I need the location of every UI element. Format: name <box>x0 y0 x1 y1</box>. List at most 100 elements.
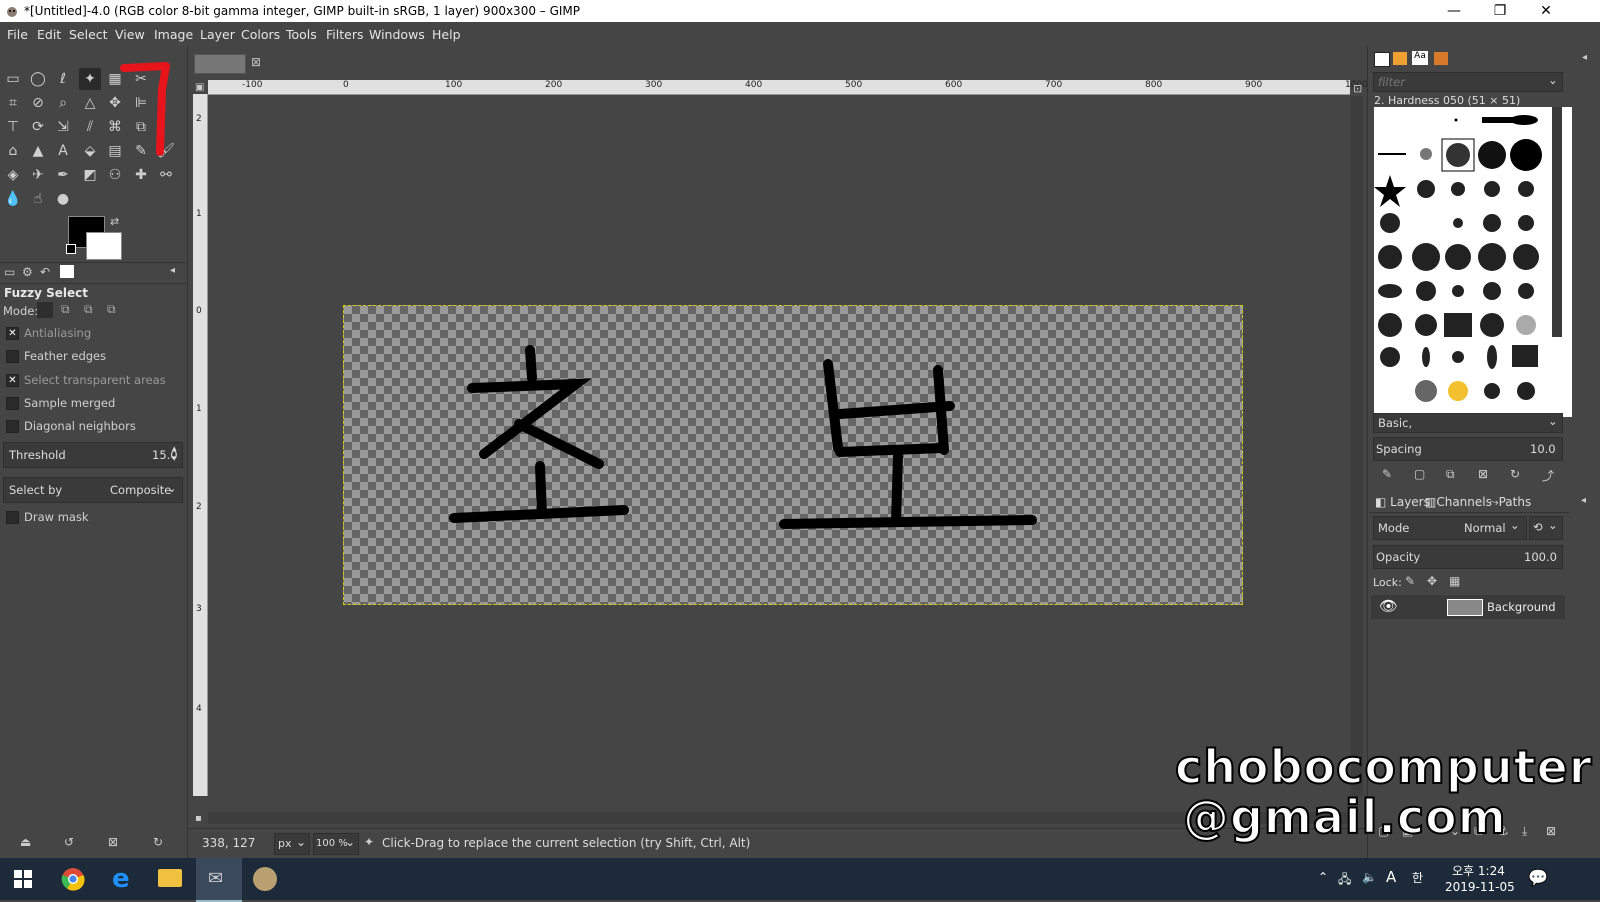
eye-icon[interactable]: 👁 <box>1379 597 1398 615</box>
notifications-icon[interactable]: 💬 <box>1528 868 1548 887</box>
bucket-fill-icon[interactable]: ⬙ <box>79 140 101 162</box>
composite-mode-button[interactable]: ⟲ ⌄ <box>1529 516 1563 540</box>
open-brush-as-image-icon[interactable]: ⤴ <box>1542 467 1554 484</box>
eraser-icon[interactable]: ◈ <box>2 164 24 186</box>
fuzzy-select-icon[interactable]: ✦ <box>79 68 101 90</box>
menu-windows[interactable]: Windows <box>369 27 425 42</box>
layer-row[interactable]: 👁 Background <box>1371 595 1565 619</box>
menu-layer[interactable]: Layer <box>200 27 235 42</box>
feather-edges-option[interactable]: Feather edges <box>6 349 106 367</box>
configure-tab-icon[interactable]: ◂ <box>1581 495 1586 506</box>
sample-merged-checkbox[interactable] <box>6 397 19 410</box>
clock-date[interactable]: 2019-11-05 <box>1445 880 1515 894</box>
menu-help[interactable]: Help <box>432 27 461 42</box>
threshold-stepper-icon[interactable]: ▴ ▾ <box>172 444 177 464</box>
close-image-tab-icon[interactable]: ⊠ <box>251 55 261 69</box>
ink-icon[interactable]: ✒ <box>52 164 74 186</box>
zoom-to-fit-icon[interactable]: ⊡ <box>1353 82 1362 95</box>
network-icon[interactable]: 🖧 <box>1338 870 1351 891</box>
dodge-icon[interactable]: ● <box>52 188 74 210</box>
background-color-swatch[interactable] <box>86 232 122 260</box>
sample-merged-option[interactable]: Sample merged <box>6 396 115 414</box>
gimp-taskbar-button[interactable]: ✉ <box>196 858 242 902</box>
text-icon[interactable]: A <box>52 140 74 162</box>
document-history-tab-icon[interactable] <box>1434 52 1448 65</box>
feather-edges-checkbox[interactable] <box>6 350 19 363</box>
select-transparent-option[interactable]: ✕ Select transparent areas <box>6 373 166 391</box>
brush-preset-dropdown[interactable]: Basic, ⌄ <box>1373 413 1563 433</box>
tab-paths[interactable]: ⤳Paths <box>1489 495 1531 510</box>
paths-icon[interactable]: ⌂ <box>2 140 24 162</box>
mode-subtract-icon[interactable]: ⧉ <box>84 302 93 317</box>
shear-icon[interactable]: ⫽ <box>79 116 101 138</box>
clone-icon[interactable]: ⚇ <box>104 164 126 186</box>
file-explorer-icon[interactable] <box>158 869 182 887</box>
menu-view[interactable]: View <box>115 27 145 42</box>
configure-tab-icon[interactable]: ◂ <box>170 265 175 276</box>
rect-select-icon[interactable]: ▭ <box>2 68 24 90</box>
tool-options-tab-icon[interactable]: ▭ <box>4 265 15 279</box>
chrome-icon[interactable] <box>61 867 85 891</box>
show-hidden-icons[interactable]: ⌃ <box>1318 870 1328 884</box>
mode-add-icon[interactable]: ⧉ <box>61 302 70 317</box>
undo-history-tab-icon[interactable]: ↶ <box>40 265 50 279</box>
volume-icon[interactable]: 🔈 <box>1362 870 1377 884</box>
antialiasing-checkbox[interactable]: ✕ <box>6 327 19 340</box>
diagonal-neighbors-checkbox[interactable] <box>6 420 19 433</box>
korean-ime-indicator[interactable]: 한 <box>1412 869 1423 886</box>
edit-brush-icon[interactable]: ✎ <box>1382 467 1392 481</box>
fonts-tab-icon[interactable]: Aa <box>1412 51 1428 65</box>
unified-transform-icon[interactable]: ▲ <box>27 140 49 162</box>
select-transparent-checkbox[interactable]: ✕ <box>6 374 19 387</box>
image-canvas[interactable]: 초 보 <box>343 305 1243 605</box>
new-brush-icon[interactable]: ▢ <box>1414 467 1425 481</box>
clock-time[interactable]: 오후 1:24 <box>1452 862 1505 879</box>
image-tab-thumbnail[interactable] <box>194 54 246 74</box>
close-button[interactable]: ✕ <box>1523 0 1569 22</box>
airbrush-icon[interactable]: ✈ <box>27 164 49 186</box>
zoom-dropdown[interactable]: 100 % ⌄ <box>313 833 359 855</box>
maximize-button[interactable]: ❐ <box>1477 0 1523 22</box>
color-picker-icon[interactable]: ⊘ <box>27 92 49 114</box>
blur-icon[interactable]: 💧 <box>2 188 24 210</box>
scale-icon[interactable]: ⇲ <box>52 116 74 138</box>
device-status-tab-icon[interactable]: ⚙ <box>22 265 33 279</box>
draw-mask-checkbox[interactable] <box>6 511 19 524</box>
quick-mask-corner-icon[interactable]: ▣ <box>195 82 204 93</box>
tab-channels[interactable]: ▥Channels <box>1425 495 1492 509</box>
paint-app-icon[interactable] <box>253 867 277 891</box>
windows-start-icon[interactable] <box>14 870 32 888</box>
menu-select[interactable]: Select <box>69 27 108 42</box>
zoom-icon[interactable]: ⌕ <box>52 92 74 114</box>
mode-intersect-icon[interactable]: ⧉ <box>107 302 116 317</box>
duplicate-brush-icon[interactable]: ⧉ <box>1446 467 1455 482</box>
measure-icon[interactable]: △ <box>79 92 101 114</box>
patterns-tab-icon[interactable] <box>1393 52 1407 65</box>
opacity-slider[interactable]: Opacity 100.0 <box>1373 545 1563 569</box>
layer-mode-dropdown[interactable]: Mode Normal ⌄ <box>1373 516 1527 540</box>
heal-icon[interactable]: ✚ <box>130 164 152 186</box>
edge-icon[interactable]: e <box>112 864 130 894</box>
smudge-icon[interactable]: ☝ <box>27 188 49 210</box>
menu-file[interactable]: File <box>7 27 28 42</box>
menu-filters[interactable]: Filters <box>326 27 363 42</box>
lock-position-icon[interactable]: ✥ <box>1427 574 1437 588</box>
lasso-icon[interactable]: ℓ <box>52 68 74 90</box>
images-tab-icon[interactable] <box>60 265 74 278</box>
navigate-corner-icon[interactable]: ▪ <box>195 813 202 824</box>
input-mode-indicator[interactable]: A <box>1386 868 1396 886</box>
transform-icon[interactable]: ⊤ <box>2 116 24 138</box>
menu-tools[interactable]: Tools <box>286 27 317 42</box>
brush-grid[interactable] <box>1374 107 1572 417</box>
ellipse-select-icon[interactable]: ◯ <box>27 68 49 90</box>
configure-tab-icon[interactable]: ◂ <box>1582 52 1587 63</box>
menu-image[interactable]: Image <box>154 27 193 42</box>
mypaint-icon[interactable]: ◩ <box>79 164 101 186</box>
brush-grid-scrollbar[interactable] <box>1552 107 1562 337</box>
mode-replace-icon[interactable] <box>37 302 53 318</box>
vertical-scrollbar[interactable] <box>1351 96 1363 796</box>
minimize-button[interactable]: — <box>1431 0 1477 22</box>
reset-options-icon[interactable]: ↻ <box>153 835 163 849</box>
unit-dropdown[interactable]: px ⌄ <box>274 833 310 855</box>
save-options-icon[interactable]: ⏏ <box>20 835 31 849</box>
